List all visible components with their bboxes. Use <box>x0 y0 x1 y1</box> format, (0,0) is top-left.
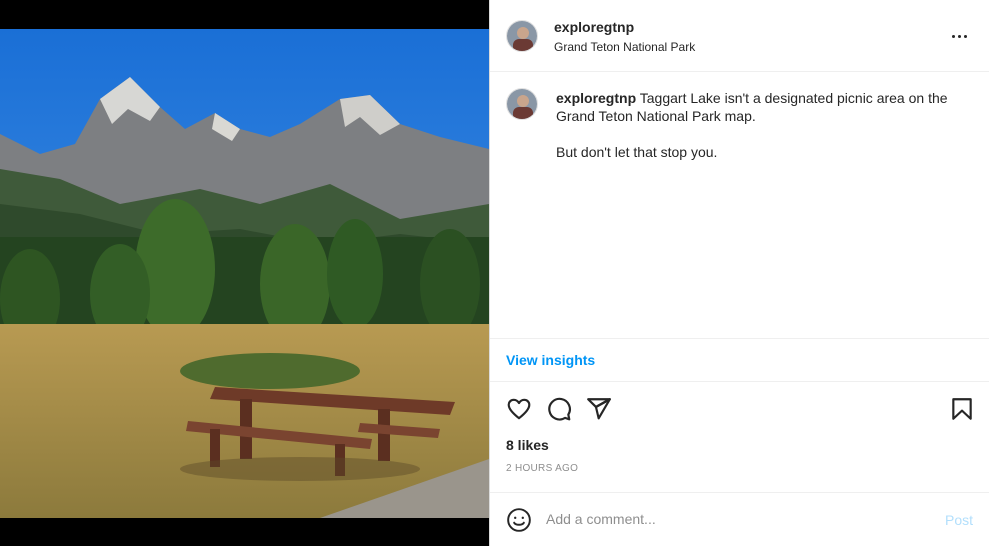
post-details-panel: exploregtnp Grand Teton National Park ex… <box>489 0 989 546</box>
header-username[interactable]: exploregtnp <box>554 19 634 35</box>
caption-line-2: But don't let that stop you. <box>556 144 718 160</box>
post-modal: exploregtnp Grand Teton National Park ex… <box>0 0 989 546</box>
share-icon[interactable] <box>586 396 612 422</box>
likes-count[interactable]: 8 likes <box>506 437 549 453</box>
caption-area: exploregtnp Taggart Lake isn't a designa… <box>490 72 989 338</box>
post-media <box>0 0 489 546</box>
bookmark-icon[interactable] <box>949 396 975 422</box>
post-photo[interactable] <box>0 29 489 518</box>
caption-text: exploregtnp Taggart Lake isn't a designa… <box>556 89 956 161</box>
more-options-icon[interactable] <box>947 26 971 46</box>
comment-icon[interactable] <box>546 396 572 422</box>
post-header: exploregtnp Grand Teton National Park <box>490 0 989 72</box>
location-link[interactable]: Grand Teton National Park <box>554 40 695 54</box>
comment-input[interactable] <box>546 505 926 533</box>
action-bar <box>490 392 989 426</box>
caption-avatar[interactable] <box>506 88 538 120</box>
post-comment-button[interactable]: Post <box>945 512 973 528</box>
post-timestamp[interactable]: 2 HOURS AGO <box>506 463 578 474</box>
insights-bar: View insights <box>490 338 989 382</box>
comment-bar: Post <box>490 492 989 546</box>
avatar[interactable] <box>506 20 538 52</box>
heart-icon[interactable] <box>506 396 532 422</box>
view-insights-link[interactable]: View insights <box>506 352 595 368</box>
caption-username[interactable]: exploregtnp <box>556 90 636 106</box>
emoji-icon[interactable] <box>506 507 532 533</box>
